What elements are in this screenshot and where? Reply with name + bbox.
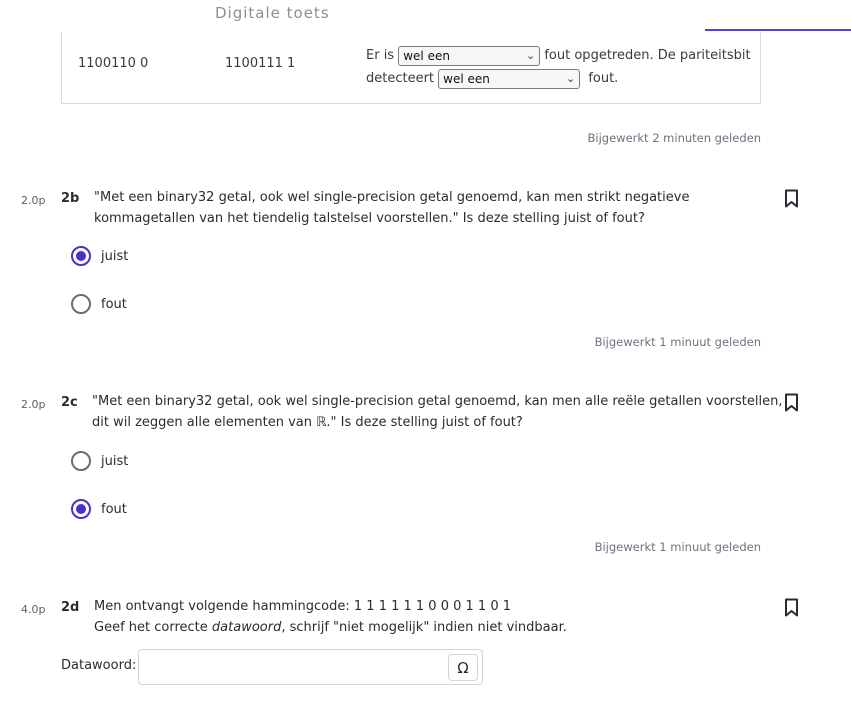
chevron-down-icon: ⌄ [565, 71, 576, 85]
question-number: 2c [61, 395, 78, 410]
bookmark-icon[interactable] [784, 598, 799, 617]
bookmark-icon[interactable] [784, 189, 799, 208]
option-label: juist [101, 453, 129, 469]
question-line-text: Geef het correcte [94, 619, 212, 635]
question-line-emphasis: datawoord [211, 619, 282, 635]
parity-text-before: Er is [366, 48, 395, 63]
parity-question: Er is wel een ⌄ fout opgetreden. De pari… [366, 44, 756, 90]
option-juist[interactable]: juist [71, 450, 128, 472]
option-fout[interactable]: fout [71, 293, 127, 315]
option-label: fout [101, 501, 127, 517]
parity-text-after: fout. [588, 71, 619, 86]
bookmark-icon[interactable] [784, 393, 799, 412]
option-fout[interactable]: fout [71, 498, 127, 520]
tab-underline [705, 29, 851, 31]
question-points: 2.0p [21, 194, 46, 207]
option-juist[interactable]: juist [71, 245, 128, 267]
detect-select-value: wel een [443, 71, 490, 86]
question-number: 2d [61, 600, 80, 615]
question-line: "Met een binary32 getal, ook wel single-… [92, 394, 783, 409]
detect-select[interactable]: wel een ⌄ [438, 68, 581, 89]
question-text: Men ontvangt volgende hammingcode: 1 1 1… [94, 597, 567, 638]
answer-table: 1100110 0 1100111 1 Er is wel een ⌄ fout… [61, 32, 761, 104]
radio-button[interactable] [71, 294, 91, 314]
radio-button[interactable] [71, 246, 91, 266]
updated-timestamp: Bijgewerkt 1 minuut geleden [594, 335, 761, 349]
app-title: Digitale toets [215, 4, 330, 22]
question-number: 2b [61, 191, 80, 206]
question-text: "Met een binary32 getal, ook wel single-… [92, 392, 782, 433]
question-line: "Met een binary32 getal, ook wel single-… [94, 190, 690, 205]
table-cell-received: 1100110 0 [78, 56, 149, 71]
updated-timestamp: Bijgewerkt 2 minuten geleden [587, 131, 761, 145]
chevron-down-icon: ⌄ [526, 48, 536, 62]
question-text: "Met een binary32 getal, ook wel single-… [94, 188, 689, 229]
omega-icon[interactable]: Ω [448, 654, 478, 681]
question-line: Geef het correcte datawoord, schrijf "ni… [94, 618, 567, 639]
question-line-text: , schrijf "niet mogelijk" indien niet vi… [281, 619, 567, 635]
option-label: juist [101, 248, 129, 264]
error-select[interactable]: wel een ⌄ [398, 45, 541, 66]
radio-button[interactable] [71, 499, 91, 519]
error-select-value: wel een [403, 48, 450, 63]
question-line: dit wil zeggen alle elementen van ℝ." Is… [92, 414, 523, 430]
datawoord-label: Datawoord: [61, 658, 137, 673]
question-line: Men ontvangt volgende hammingcode: 1 1 1… [94, 599, 511, 614]
updated-timestamp: Bijgewerkt 1 minuut geleden [594, 540, 761, 554]
option-label: fout [101, 296, 127, 312]
question-line: kommagetallen van het tiendelig talstels… [94, 210, 645, 226]
table-cell-corrected: 1100111 1 [225, 56, 296, 71]
radio-button[interactable] [71, 451, 91, 471]
question-points: 4.0p [21, 603, 46, 616]
datawoord-input[interactable] [138, 649, 483, 685]
question-points: 2.0p [21, 398, 46, 411]
